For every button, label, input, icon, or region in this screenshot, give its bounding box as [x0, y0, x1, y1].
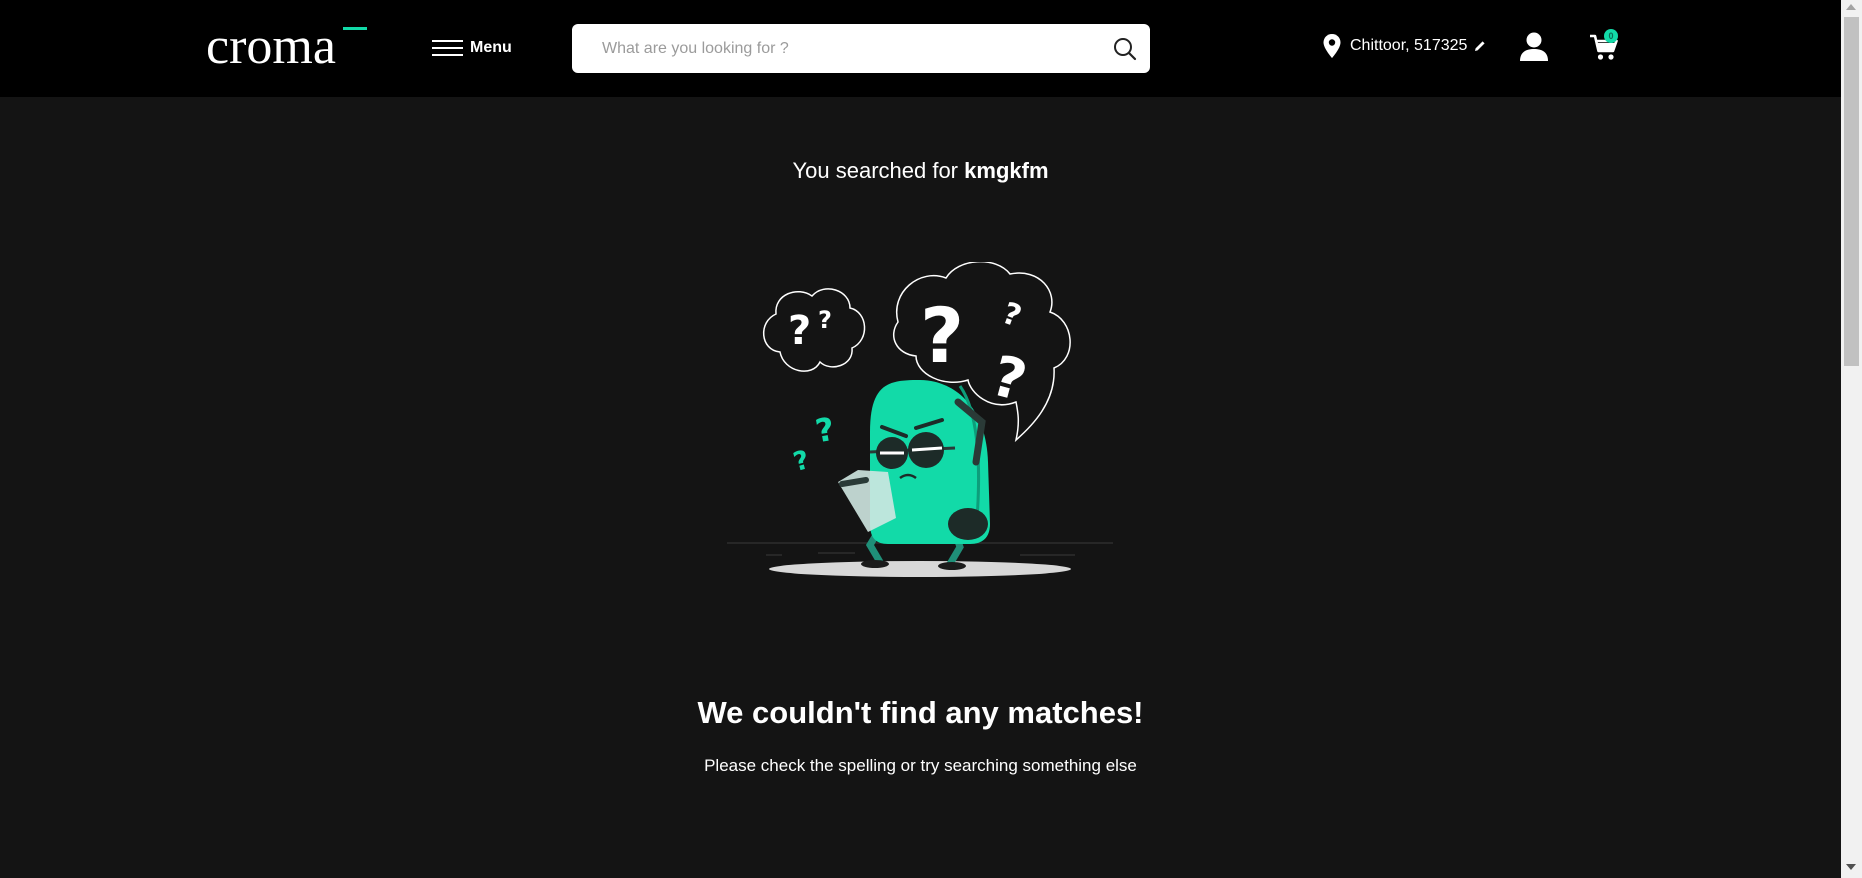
confused-character-illustration: ? ? ? ? ? ? ?	[727, 262, 1113, 577]
user-icon[interactable]	[1519, 32, 1549, 62]
cart-count-badge: 0	[1604, 29, 1618, 43]
menu-label: Menu	[470, 39, 512, 56]
search-icon[interactable]	[1112, 36, 1138, 62]
svg-text:?: ?	[920, 291, 964, 380]
hamburger-icon	[432, 38, 463, 58]
svg-text:?: ?	[788, 308, 811, 354]
svg-text:?: ?	[813, 410, 838, 451]
vertical-scrollbar[interactable]	[1841, 0, 1862, 878]
svg-text:?: ?	[998, 296, 1026, 335]
header: croma Menu Chittoor, 517325 0	[0, 0, 1841, 97]
search-input[interactable]	[602, 36, 1082, 62]
search-summary: You searched for kmgkfm	[0, 158, 1841, 184]
search-query: kmgkfm	[964, 158, 1049, 183]
logo-accent-bar	[343, 27, 367, 30]
location-text: Chittoor, 517325	[1350, 37, 1468, 54]
scroll-up-arrow-icon[interactable]	[1846, 4, 1856, 10]
searched-prefix: You searched for	[792, 158, 959, 183]
location-selector[interactable]: Chittoor, 517325	[1323, 34, 1486, 58]
no-match-hint: Please check the spelling or try searchi…	[704, 756, 1137, 775]
no-match-title: We couldn't find any matches!	[697, 695, 1144, 730]
pencil-icon[interactable]	[1474, 40, 1486, 52]
svg-text:?: ?	[985, 344, 1033, 415]
scroll-down-arrow-icon[interactable]	[1846, 864, 1856, 870]
svg-text:?: ?	[818, 306, 832, 334]
search-bar	[572, 24, 1150, 73]
map-pin-icon	[1323, 34, 1341, 58]
scroll-thumb[interactable]	[1844, 17, 1859, 366]
svg-text:?: ?	[790, 445, 812, 478]
menu-button[interactable]: Menu	[432, 36, 512, 60]
